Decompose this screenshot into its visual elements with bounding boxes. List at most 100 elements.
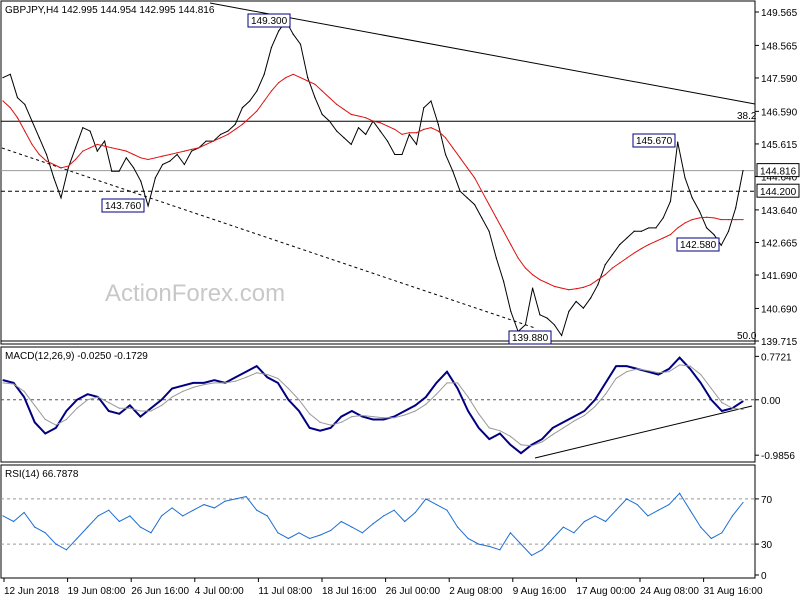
price-series-point — [532, 274, 534, 276]
price-series-point — [132, 153, 135, 156]
macd-series-point — [552, 434, 554, 436]
macd-series-point — [150, 410, 152, 412]
price-series-point — [698, 210, 701, 212]
rsi-series-point — [636, 503, 638, 506]
macd-series-point — [668, 368, 670, 370]
price-series-point — [2, 100, 4, 102]
price-series-point — [488, 203, 490, 206]
macd-series-point — [97, 396, 99, 398]
price-series-point — [67, 167, 69, 169]
macd-series-point — [742, 408, 744, 411]
macd-series-point — [520, 452, 522, 454]
price-series-point — [677, 141, 679, 143]
price-series-point — [256, 110, 258, 112]
macd-series-point — [277, 377, 279, 380]
macd-series-point — [626, 371, 628, 373]
price-series-point — [532, 287, 534, 289]
macd-series-point — [382, 417, 385, 419]
macd-series-point — [361, 416, 364, 418]
macd-series-point — [689, 368, 691, 370]
annotation-label: 145.670 — [636, 136, 673, 147]
price-series-point — [597, 284, 599, 286]
price-series-point — [415, 143, 418, 146]
price-series-point — [669, 234, 672, 236]
rsi-series-point — [361, 532, 364, 534]
macd-series-point — [298, 399, 300, 401]
price-series-point — [96, 143, 98, 146]
price-series-point — [132, 167, 135, 169]
price-series-point — [31, 143, 33, 146]
price-ytick-label: 145.615 — [761, 140, 798, 151]
price-series-point — [437, 123, 439, 125]
price-series-point — [205, 140, 207, 142]
rsi-series-point — [530, 554, 533, 557]
macd-series-point — [319, 430, 321, 432]
price-series-point — [611, 267, 614, 269]
macd-series-point — [65, 418, 68, 421]
price-series-point — [510, 244, 512, 246]
macd-series-point — [404, 414, 406, 416]
rsi-series-point — [742, 501, 744, 504]
annotation-label: 142.580 — [680, 240, 717, 251]
price-series-point — [713, 234, 715, 236]
price-series-point — [539, 279, 541, 281]
price-series-point — [67, 165, 69, 167]
macd-series-point — [488, 427, 490, 429]
price-series-point — [205, 143, 207, 146]
price-series-point — [401, 133, 403, 136]
rsi-series-point — [192, 509, 194, 511]
x-tick-label: 9 Aug 16:00 — [513, 586, 567, 597]
rsi-ytick-label: 30 — [761, 540, 773, 551]
price-series-point — [575, 300, 577, 303]
macd-series-point — [266, 376, 268, 378]
price-series-point — [299, 77, 302, 79]
price-series-point — [357, 115, 360, 117]
price-series-point — [357, 127, 360, 129]
macd-series-point — [710, 387, 712, 390]
macd-series-point — [478, 427, 480, 429]
price-series-point — [379, 122, 381, 124]
macd-series-point — [689, 365, 691, 367]
price-series-point — [619, 244, 621, 246]
price-series-point — [38, 137, 40, 139]
x-tick-label: 2 Aug 08:00 — [449, 586, 503, 597]
macd-ytick-label: -0.9856 — [761, 451, 795, 462]
macd-series-point — [372, 418, 374, 421]
price-series-point — [31, 120, 33, 122]
price-series-point — [241, 123, 244, 125]
price-series-point — [444, 137, 447, 139]
macd-series-point — [594, 399, 596, 401]
price-series-point — [691, 218, 693, 221]
price-series-point — [590, 297, 592, 299]
macd-series-point — [34, 421, 36, 423]
price-series-point — [553, 285, 555, 287]
price-series-point — [640, 230, 643, 232]
rsi-series-point — [277, 532, 279, 534]
macd-series-point — [742, 400, 744, 402]
price-ytick-label: 141.690 — [761, 271, 798, 282]
price-series-point — [125, 150, 127, 152]
price-series-point — [423, 128, 425, 131]
rsi-series-point — [298, 532, 300, 534]
price-series-point — [45, 153, 48, 156]
rsi-series-point — [382, 515, 385, 517]
rsi-ytick-label: 70 — [761, 495, 773, 506]
rsi-series-point — [689, 509, 691, 511]
macd-series-point — [224, 382, 226, 384]
price-ytick-label: 147.590 — [761, 74, 798, 85]
price-series-point — [249, 100, 251, 102]
price-tag-label: 144.200 — [760, 187, 797, 198]
price-series-point — [307, 77, 309, 79]
rsi-series-point — [65, 549, 68, 551]
rsi-series-point — [456, 526, 459, 528]
price-series-point — [720, 218, 722, 221]
rsi-series-point — [213, 507, 216, 509]
price-series-point — [546, 282, 548, 284]
macd-series-point — [456, 382, 459, 384]
rsi-series-point — [478, 543, 480, 545]
macd-series-point — [65, 410, 68, 412]
price-series-point — [604, 264, 606, 266]
macd-series-point — [509, 435, 512, 437]
price-series-point — [2, 77, 4, 79]
macd-series-point — [425, 396, 427, 398]
